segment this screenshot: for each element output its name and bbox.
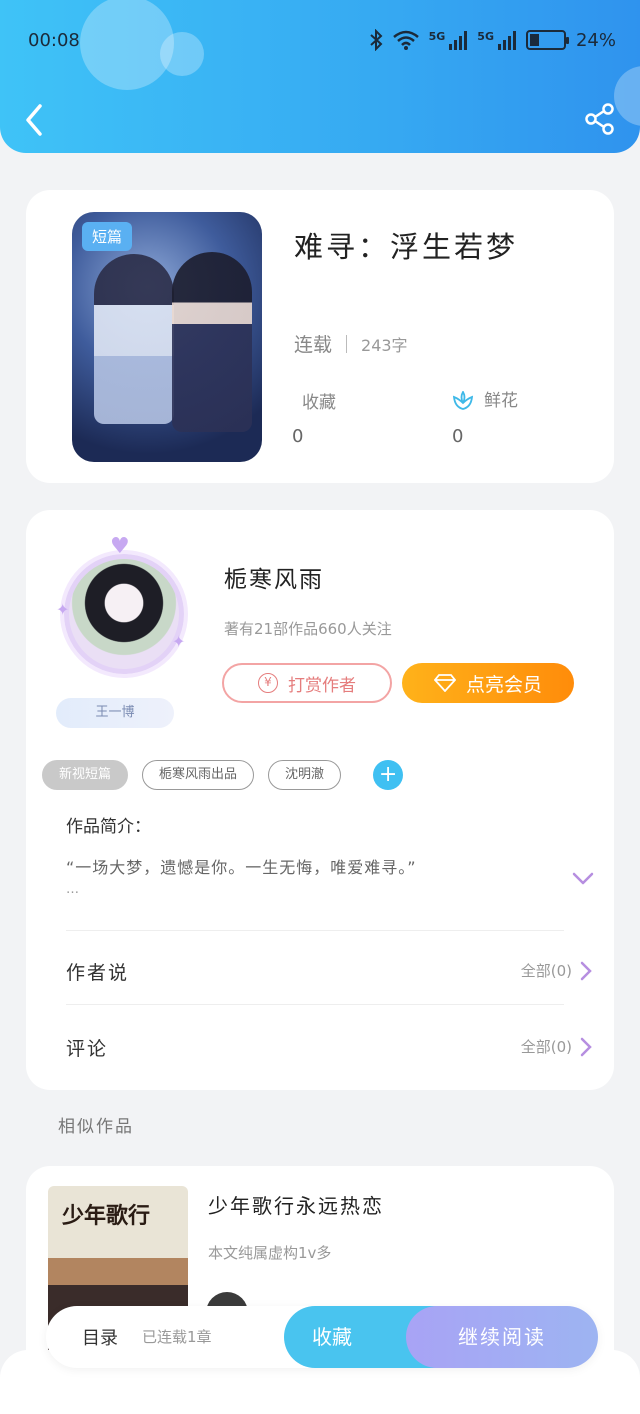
favorites-value: 0	[292, 426, 304, 447]
chevron-right-icon	[580, 961, 592, 980]
similar-cover-text: 少年歌行	[62, 1203, 151, 1229]
signal-icon: 5G	[429, 30, 468, 50]
heart-icon: ♥	[110, 534, 130, 559]
book-info-card: 短篇 难寻：浮生若梦 连载 243字 收藏 0 鲜花 0	[26, 190, 614, 483]
avatar-badge: 王一博	[56, 698, 174, 728]
flowers-value: 0	[452, 426, 464, 447]
vip-button[interactable]: 点亮会员	[402, 663, 574, 703]
author-card: ♥ ✦ ✦ 王一博 栀寒风雨 著有21部作品660人关注 ¥ 打赏作者 点亮会员…	[26, 510, 614, 1090]
serial-status: 连载	[294, 334, 333, 356]
star-icon: ✦	[172, 632, 186, 651]
chevron-down-icon[interactable]	[572, 872, 594, 886]
author-says-more[interactable]: 全部(0)	[521, 960, 592, 981]
favorites-label: 收藏	[302, 393, 336, 413]
vip-label: 点亮会员	[465, 673, 542, 696]
wifi-icon	[392, 30, 419, 50]
comments-more[interactable]: 全部(0)	[521, 1036, 592, 1057]
divider	[346, 334, 348, 353]
tag-list: 新视短篇 栀寒风雨出品 沈明澈 +	[42, 760, 404, 790]
bottom-action-bar: 目录 已连载1章 收藏 继续阅读	[46, 1306, 598, 1368]
author-says-label[interactable]: 作者说	[66, 958, 129, 985]
decor-bubble	[614, 66, 640, 126]
battery-percent: 24%	[575, 29, 616, 51]
divider	[66, 1004, 564, 1005]
similar-work-desc: 本文纯属虚构1v多	[208, 1244, 332, 1262]
bluetooth-icon	[369, 29, 383, 51]
status-time: 00:08	[28, 29, 80, 51]
status-bar: 00:08 5G 5G 24%	[28, 26, 616, 54]
tip-author-button[interactable]: ¥ 打赏作者	[222, 663, 392, 703]
comments-label[interactable]: 评论	[66, 1034, 108, 1061]
tip-label: 打赏作者	[288, 675, 356, 696]
status-icons: 5G 5G 24%	[369, 29, 616, 51]
signal-icon: 5G	[477, 30, 516, 50]
back-icon[interactable]	[20, 100, 50, 140]
book-status: 连载 243字	[294, 330, 408, 357]
continue-reading-button[interactable]: 继续阅读	[406, 1306, 598, 1368]
divider	[66, 930, 564, 931]
author-says-count: 全部(0)	[520, 962, 572, 980]
tag-item[interactable]: 沈明澈	[268, 760, 342, 790]
intro-text: “一场大梦，遗憾是你。一生无悔，唯爱难寻。”	[66, 858, 417, 877]
add-tag-button[interactable]: +	[373, 760, 404, 790]
chevron-right-icon	[580, 1037, 592, 1056]
intro-label: 作品简介：	[66, 817, 151, 837]
tag-item[interactable]: 栀寒风雨出品	[142, 760, 255, 790]
avatar	[64, 554, 184, 674]
diamond-icon	[433, 674, 456, 692]
intro-ellipsis: …	[66, 882, 79, 897]
flower-icon	[452, 391, 474, 410]
short-story-tag: 短篇	[82, 222, 133, 251]
similar-section-title: 相似作品	[58, 1117, 134, 1137]
book-cover[interactable]: 短篇	[72, 212, 262, 462]
comments-count: 全部(0)	[520, 1038, 572, 1056]
flowers-stat[interactable]: 鲜花	[452, 386, 518, 411]
chapter-progress: 已连载1章	[142, 1328, 212, 1346]
flowers-label: 鲜花	[484, 391, 518, 411]
similar-work-title: 少年歌行永远热恋	[208, 1194, 384, 1218]
word-count: 243字	[361, 335, 408, 355]
author-stats: 著有21部作品660人关注	[224, 620, 392, 638]
author-avatar[interactable]: ♥ ✦ ✦	[54, 534, 194, 680]
book-title: 难寻：浮生若梦	[294, 230, 519, 264]
battery-icon	[525, 30, 569, 50]
tag-item[interactable]: 新视短篇	[42, 760, 129, 790]
directory-button[interactable]: 目录	[82, 1324, 118, 1350]
header: 00:08 5G 5G 24%	[0, 0, 640, 153]
cover-figure	[94, 254, 174, 424]
cover-figure	[172, 252, 252, 432]
yen-icon: ¥	[258, 673, 278, 693]
star-icon: ✦	[56, 600, 70, 619]
share-icon[interactable]	[584, 102, 616, 136]
author-name[interactable]: 栀寒风雨	[224, 560, 324, 594]
